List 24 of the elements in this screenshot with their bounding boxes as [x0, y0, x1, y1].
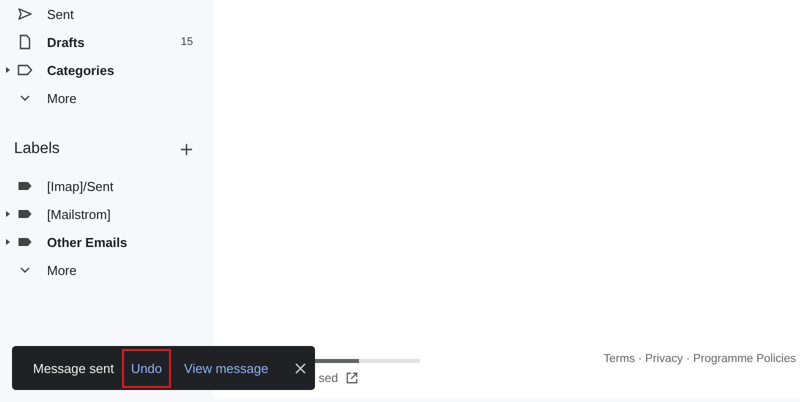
- document-icon: [17, 34, 33, 50]
- expand-arrow-icon[interactable]: [6, 211, 10, 217]
- expand-arrow-icon[interactable]: [6, 67, 10, 73]
- nav-item[interactable]: Categories: [47, 62, 114, 78]
- expand-arrow-icon[interactable]: [6, 239, 10, 245]
- close-icon[interactable]: [295, 362, 306, 374]
- nav-item[interactable]: Sent: [47, 6, 74, 22]
- label-icon: [17, 62, 33, 78]
- snackbar-action[interactable]: Undo: [122, 348, 172, 388]
- nav-item[interactable]: [Mailstrom]: [47, 206, 111, 222]
- snackbar-action[interactable]: View message: [175, 348, 278, 388]
- nav-item[interactable]: Other Emails: [47, 234, 128, 250]
- send-icon: [17, 6, 33, 22]
- storage-text: sed: [318, 371, 338, 385]
- add-icon[interactable]: [180, 142, 193, 156]
- nav-item[interactable]: More: [47, 90, 77, 106]
- nav-item[interactable]: More: [47, 262, 77, 278]
- nav-item[interactable]: [Imap]/Sent: [47, 178, 114, 194]
- item-count: 15: [180, 36, 193, 48]
- external-link-icon[interactable]: [346, 372, 358, 384]
- nav-item[interactable]: Drafts: [47, 34, 85, 50]
- footer-links[interactable]: Terms · Privacy · Programme Policies: [604, 353, 796, 365]
- section-heading: Labels: [14, 140, 60, 158]
- snackbar-message: Message sent: [33, 360, 114, 376]
